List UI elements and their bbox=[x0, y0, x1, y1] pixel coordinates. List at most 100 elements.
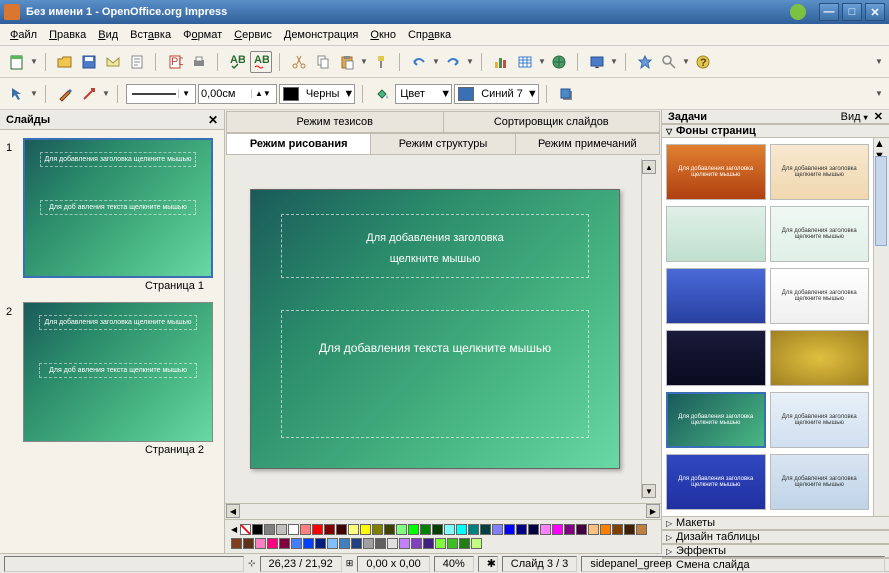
menu-tools[interactable]: Сервис bbox=[228, 27, 278, 43]
palette-swatch[interactable] bbox=[276, 524, 287, 535]
palette-swatch[interactable] bbox=[411, 538, 422, 549]
template-thumb[interactable]: Для добавления заголовка щелкните мышью bbox=[666, 392, 766, 448]
fill-color-combo[interactable]: Синий 7 ▼ bbox=[454, 84, 539, 104]
template-thumb[interactable] bbox=[666, 206, 766, 262]
palette-swatch[interactable] bbox=[315, 538, 326, 549]
palette-swatch[interactable] bbox=[255, 538, 266, 549]
line-width-input[interactable] bbox=[201, 88, 251, 100]
palette-swatch[interactable] bbox=[459, 538, 470, 549]
zoom-button[interactable] bbox=[658, 51, 680, 73]
palette-swatch[interactable] bbox=[363, 538, 374, 549]
palette-swatch[interactable] bbox=[327, 538, 338, 549]
dd[interactable]: ▼ bbox=[466, 57, 474, 66]
palette-swatch[interactable] bbox=[408, 524, 419, 535]
palette-swatch[interactable] bbox=[360, 524, 371, 535]
spellcheck-button[interactable]: ABC bbox=[226, 51, 248, 73]
template-thumb[interactable]: Для добавления заголовка щелкните мышью bbox=[666, 144, 766, 200]
templates-scrollbar[interactable]: ▲ ▼ bbox=[873, 138, 889, 516]
redo-button[interactable] bbox=[442, 51, 464, 73]
autospell-button[interactable]: ABC bbox=[250, 51, 272, 73]
palette-swatch[interactable] bbox=[528, 524, 539, 535]
scroll-down-icon[interactable]: ▼ bbox=[642, 484, 656, 498]
menu-format[interactable]: Формат bbox=[177, 27, 228, 43]
dd[interactable]: ▼ bbox=[360, 57, 368, 66]
palette-swatch[interactable] bbox=[375, 538, 386, 549]
tasks-view-menu[interactable]: Вид bbox=[841, 111, 861, 123]
tab-drawing[interactable]: Режим рисования bbox=[227, 134, 371, 154]
dd[interactable]: ▼ bbox=[30, 89, 38, 98]
palette-swatch[interactable] bbox=[588, 524, 599, 535]
cut-button[interactable] bbox=[288, 51, 310, 73]
template-thumb[interactable] bbox=[666, 330, 766, 386]
maximize-button[interactable]: □ bbox=[842, 3, 862, 21]
menu-file[interactable]: Файл bbox=[4, 27, 43, 43]
menu-insert[interactable]: Вставка bbox=[124, 27, 177, 43]
close-icon[interactable]: ✕ bbox=[874, 111, 883, 123]
template-thumb[interactable] bbox=[666, 268, 766, 324]
save-button[interactable] bbox=[78, 51, 100, 73]
palette-swatch[interactable] bbox=[540, 524, 551, 535]
pdf-button[interactable]: PDF bbox=[164, 51, 186, 73]
palette-swatch[interactable] bbox=[552, 524, 563, 535]
palette-swatch[interactable] bbox=[312, 524, 323, 535]
menu-help[interactable]: Справка bbox=[402, 27, 457, 43]
palette-swatch[interactable] bbox=[564, 524, 575, 535]
palette-swatch[interactable] bbox=[288, 524, 299, 535]
template-thumb[interactable] bbox=[770, 330, 870, 386]
dd[interactable]: ▼ bbox=[102, 89, 110, 98]
palette-swatch[interactable] bbox=[576, 524, 587, 535]
palette-swatch[interactable] bbox=[471, 538, 482, 549]
toolbar-options[interactable]: ▼ bbox=[875, 89, 883, 98]
palette-swatch[interactable] bbox=[516, 524, 527, 535]
tab-sorter[interactable]: Сортировщик слайдов bbox=[444, 112, 660, 132]
palette-swatch[interactable] bbox=[339, 538, 350, 549]
palette-swatch[interactable] bbox=[447, 538, 458, 549]
dd[interactable]: ▼ bbox=[432, 57, 440, 66]
palette-swatch[interactable] bbox=[600, 524, 611, 535]
no-color-swatch[interactable] bbox=[240, 524, 251, 535]
palette-swatch[interactable] bbox=[324, 524, 335, 535]
line-color-combo[interactable]: Черны ▼ bbox=[279, 84, 355, 104]
slide-item[interactable]: 1 Для добавления заголовка щелкните мышь… bbox=[6, 138, 218, 292]
palette-swatch[interactable] bbox=[612, 524, 623, 535]
scroll-up-icon[interactable]: ▲ bbox=[642, 160, 656, 174]
minimize-button[interactable]: — bbox=[819, 3, 839, 21]
fill-bucket-button[interactable] bbox=[371, 83, 393, 105]
dd[interactable]: ▼ bbox=[30, 57, 38, 66]
text-placeholder[interactable]: Для добавления текста щелкните мышью bbox=[281, 310, 589, 438]
scroll-right-icon[interactable]: ▶ bbox=[646, 504, 660, 518]
palette-swatch[interactable] bbox=[348, 524, 359, 535]
open-button[interactable] bbox=[54, 51, 76, 73]
section-backgrounds[interactable]: ▽Фоны страниц bbox=[662, 124, 889, 138]
scroll-thumb[interactable] bbox=[875, 156, 887, 246]
palette-swatch[interactable] bbox=[387, 538, 398, 549]
palette-swatch[interactable] bbox=[468, 524, 479, 535]
palette-swatch[interactable] bbox=[624, 524, 635, 535]
template-thumb[interactable]: Для добавления заголовка щелкните мышью bbox=[770, 268, 870, 324]
palette-swatch[interactable] bbox=[336, 524, 347, 535]
tab-thesis[interactable]: Режим тезисов bbox=[227, 112, 444, 132]
help-button[interactable]: ? bbox=[692, 51, 714, 73]
undo-button[interactable] bbox=[408, 51, 430, 73]
palette-swatch[interactable] bbox=[420, 524, 431, 535]
edit-button[interactable] bbox=[126, 51, 148, 73]
dd[interactable]: ▼ bbox=[682, 57, 690, 66]
menu-view[interactable]: Вид bbox=[92, 27, 124, 43]
format-paintbrush-button[interactable] bbox=[370, 51, 392, 73]
toolbar-options[interactable]: ▼ bbox=[875, 57, 883, 66]
horizontal-scrollbar[interactable]: ◀ ▶ bbox=[225, 503, 661, 519]
table-button[interactable] bbox=[514, 51, 536, 73]
fill-type-combo[interactable]: Цвет ▼ bbox=[395, 84, 452, 104]
palette-swatch[interactable] bbox=[372, 524, 383, 535]
palette-swatch[interactable] bbox=[291, 538, 302, 549]
palette-swatch[interactable] bbox=[384, 524, 395, 535]
close-button[interactable]: ✕ bbox=[865, 3, 885, 21]
tab-notes[interactable]: Режим примечаний bbox=[516, 134, 659, 154]
palette-swatch[interactable] bbox=[264, 524, 275, 535]
arrow-tool[interactable] bbox=[6, 83, 28, 105]
menu-window[interactable]: Окно bbox=[364, 27, 402, 43]
tab-outline[interactable]: Режим структуры bbox=[371, 134, 515, 154]
palette-swatch[interactable] bbox=[300, 524, 311, 535]
shadow-button[interactable] bbox=[555, 83, 577, 105]
copy-button[interactable] bbox=[312, 51, 334, 73]
